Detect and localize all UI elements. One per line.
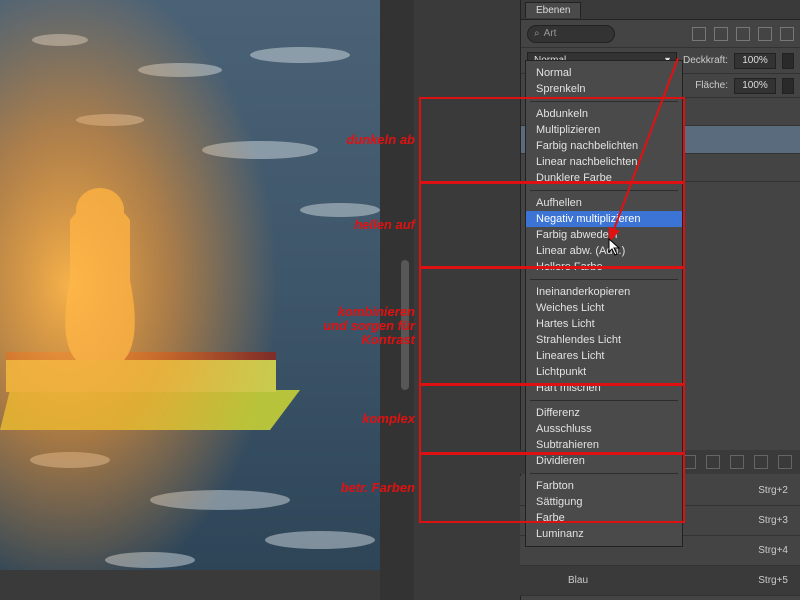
tab-ebenen[interactable]: Ebenen [525, 2, 581, 18]
layer-filter-icons [692, 27, 794, 41]
annotation-box: kombinieren und sorgen für Kontrast [419, 267, 685, 385]
channel-shortcut: Strg+5 [758, 575, 788, 586]
opacity-value[interactable]: 100% [734, 53, 776, 69]
layer-filter-row: ⌕ Art [521, 20, 800, 48]
annotation-label: komplex [315, 412, 415, 426]
channel-label: Blau [568, 575, 588, 586]
fill-label: Fläche: [695, 80, 728, 91]
annotation-label: hellen auf [315, 218, 415, 232]
trash-icon[interactable] [778, 455, 792, 469]
blend-mode-option[interactable]: Luminanz [526, 526, 682, 542]
annotation-box: betr. Farben [419, 453, 685, 523]
search-icon: ⌕ [534, 28, 540, 39]
annotation-label: betr. Farben [315, 481, 415, 495]
annotation-label: kombinieren und sorgen für Kontrast [315, 305, 415, 348]
channel-row[interactable]: Blau Strg+5 [520, 566, 800, 596]
filter-adjust-icon[interactable] [714, 27, 728, 41]
fill-value[interactable]: 100% [734, 78, 776, 94]
filter-smart-icon[interactable] [780, 27, 794, 41]
fill-stepper[interactable] [782, 78, 794, 94]
group-icon[interactable] [730, 455, 744, 469]
new-layer-icon[interactable] [754, 455, 768, 469]
cursor-icon [608, 238, 622, 256]
panel-tab-bar: Ebenen [521, 0, 800, 20]
layer-filter-dropdown[interactable]: ⌕ Art [527, 25, 615, 43]
adjustment-icon[interactable] [706, 455, 720, 469]
annotation-box: komplex [419, 384, 685, 454]
filter-shape-icon[interactable] [758, 27, 772, 41]
filter-type-icon[interactable] [736, 27, 750, 41]
annotation-label: dunkeln ab [315, 133, 415, 147]
filter-pixel-icon[interactable] [692, 27, 706, 41]
layer-filter-label: Art [544, 28, 557, 39]
opacity-stepper[interactable] [782, 53, 794, 69]
annotation-arrow [520, 52, 690, 252]
